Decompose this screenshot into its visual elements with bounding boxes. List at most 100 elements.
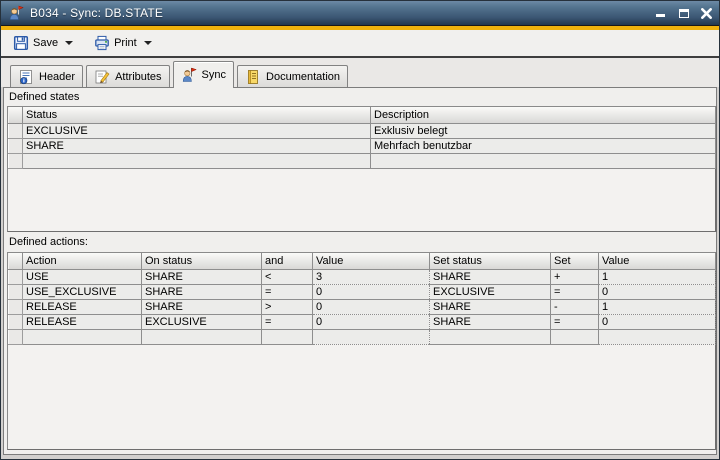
cell[interactable]: SHARE <box>142 284 262 299</box>
cell[interactable]: - <box>551 299 599 314</box>
chevron-down-icon <box>144 41 152 45</box>
actions-column-and[interactable]: and <box>262 253 313 269</box>
row-selector[interactable] <box>9 269 23 284</box>
cell[interactable]: 0 <box>313 299 430 314</box>
defined-actions-label: Defined actions: <box>9 236 88 250</box>
table-row: RELEASEEXCLUSIVE=0SHARE=0 <box>9 314 716 329</box>
defined-states-table: Status Description EXCLUSIVEExklusiv bel… <box>7 106 717 232</box>
cell[interactable]: = <box>551 314 599 329</box>
cell[interactable] <box>313 329 430 344</box>
app-icon <box>8 5 24 21</box>
states-selector-header <box>9 107 23 123</box>
cell[interactable]: Mehrfach benutzbar <box>371 138 716 153</box>
cell[interactable]: = <box>262 284 313 299</box>
documentation-notepad-icon <box>245 69 261 85</box>
cell[interactable] <box>142 329 262 344</box>
print-icon <box>94 35 110 51</box>
print-dropdown-arrow[interactable] <box>141 34 155 52</box>
window-controls <box>654 1 713 25</box>
save-icon <box>13 35 29 51</box>
actions-column-set[interactable]: Set <box>551 253 599 269</box>
cell[interactable]: = <box>262 314 313 329</box>
cell[interactable] <box>262 329 313 344</box>
actions-column-value[interactable]: Value <box>313 253 430 269</box>
states-header-row: Status Description <box>9 107 716 123</box>
minimize-icon[interactable] <box>654 7 667 20</box>
save-button[interactable]: Save <box>9 32 62 54</box>
cell[interactable] <box>371 153 716 168</box>
cell[interactable]: USE <box>23 269 142 284</box>
cell[interactable] <box>23 153 371 168</box>
cell[interactable]: 0 <box>599 314 716 329</box>
cell[interactable]: RELEASE <box>23 299 142 314</box>
tab-documentation-label: Documentation <box>266 71 340 83</box>
chevron-down-icon <box>65 41 73 45</box>
row-selector[interactable] <box>9 314 23 329</box>
tab-header[interactable]: Header <box>10 65 83 87</box>
actions-column-value2[interactable]: Value <box>599 253 716 269</box>
actions-column-on-status[interactable]: On status <box>142 253 262 269</box>
tab-documentation[interactable]: Documentation <box>237 65 348 87</box>
window-title: B034 - Sync: DB.STATE <box>30 6 163 20</box>
cell[interactable]: > <box>262 299 313 314</box>
cell[interactable]: EXCLUSIVE <box>23 123 371 138</box>
cell[interactable]: Exklusiv belegt <box>371 123 716 138</box>
states-column-status[interactable]: Status <box>23 107 371 123</box>
cell[interactable]: SHARE <box>430 314 551 329</box>
cell[interactable]: SHARE <box>430 269 551 284</box>
cell[interactable]: + <box>551 269 599 284</box>
row-selector[interactable] <box>9 153 23 168</box>
defined-actions-table: Action On status and Value Set status Se… <box>7 252 717 450</box>
row-selector[interactable] <box>9 284 23 299</box>
cell[interactable]: 0 <box>313 284 430 299</box>
cell[interactable]: 1 <box>599 299 716 314</box>
table-row: RELEASESHARE>0SHARE-1 <box>9 299 716 314</box>
cell[interactable]: = <box>551 284 599 299</box>
cell[interactable] <box>23 329 142 344</box>
cell[interactable] <box>599 329 716 344</box>
table-row: USESHARE<3SHARE+1 <box>9 269 716 284</box>
actions-selector-header <box>9 253 23 269</box>
save-label: Save <box>33 37 58 49</box>
table-row: USE_EXCLUSIVESHARE=0EXCLUSIVE=0 <box>9 284 716 299</box>
titlebar: B034 - Sync: DB.STATE <box>1 1 719 25</box>
actions-column-action[interactable]: Action <box>23 253 142 269</box>
maximize-icon[interactable] <box>677 7 690 20</box>
cell[interactable]: 0 <box>313 314 430 329</box>
row-selector[interactable] <box>9 299 23 314</box>
cell[interactable] <box>551 329 599 344</box>
close-icon[interactable] <box>700 7 713 20</box>
tab-sync-label: Sync <box>202 69 226 81</box>
print-label: Print <box>114 37 137 49</box>
sync-person-flag-icon <box>181 67 197 83</box>
sync-tab-content: Defined states Status Description EXCLUS… <box>3 87 717 455</box>
cell[interactable]: RELEASE <box>23 314 142 329</box>
actions-column-set-status[interactable]: Set status <box>430 253 551 269</box>
cell[interactable]: 0 <box>599 284 716 299</box>
cell[interactable]: 1 <box>599 269 716 284</box>
row-selector[interactable] <box>9 329 23 344</box>
actions-header-row: Action On status and Value Set status Se… <box>9 253 716 269</box>
cell[interactable]: < <box>262 269 313 284</box>
save-dropdown-arrow[interactable] <box>62 34 76 52</box>
tab-attributes[interactable]: Attributes <box>86 65 169 87</box>
attributes-pencil-icon <box>94 69 110 85</box>
cell[interactable]: SHARE <box>23 138 371 153</box>
row-selector[interactable] <box>9 123 23 138</box>
cell[interactable] <box>430 329 551 344</box>
cell[interactable]: EXCLUSIVE <box>430 284 551 299</box>
cell[interactable]: SHARE <box>142 299 262 314</box>
app-window: B034 - Sync: DB.STATE Save <box>0 0 720 460</box>
cell[interactable]: EXCLUSIVE <box>142 314 262 329</box>
states-column-description[interactable]: Description <box>371 107 716 123</box>
cell[interactable]: 3 <box>313 269 430 284</box>
defined-states-label: Defined states <box>9 91 79 105</box>
row-selector[interactable] <box>9 138 23 153</box>
tab-bar: Header Attributes <box>1 58 719 87</box>
cell[interactable]: SHARE <box>430 299 551 314</box>
cell[interactable]: USE_EXCLUSIVE <box>23 284 142 299</box>
tab-sync[interactable]: Sync <box>173 61 234 88</box>
print-button[interactable]: Print <box>90 32 141 54</box>
cell[interactable]: SHARE <box>142 269 262 284</box>
toolbar: Save Print <box>1 30 719 58</box>
